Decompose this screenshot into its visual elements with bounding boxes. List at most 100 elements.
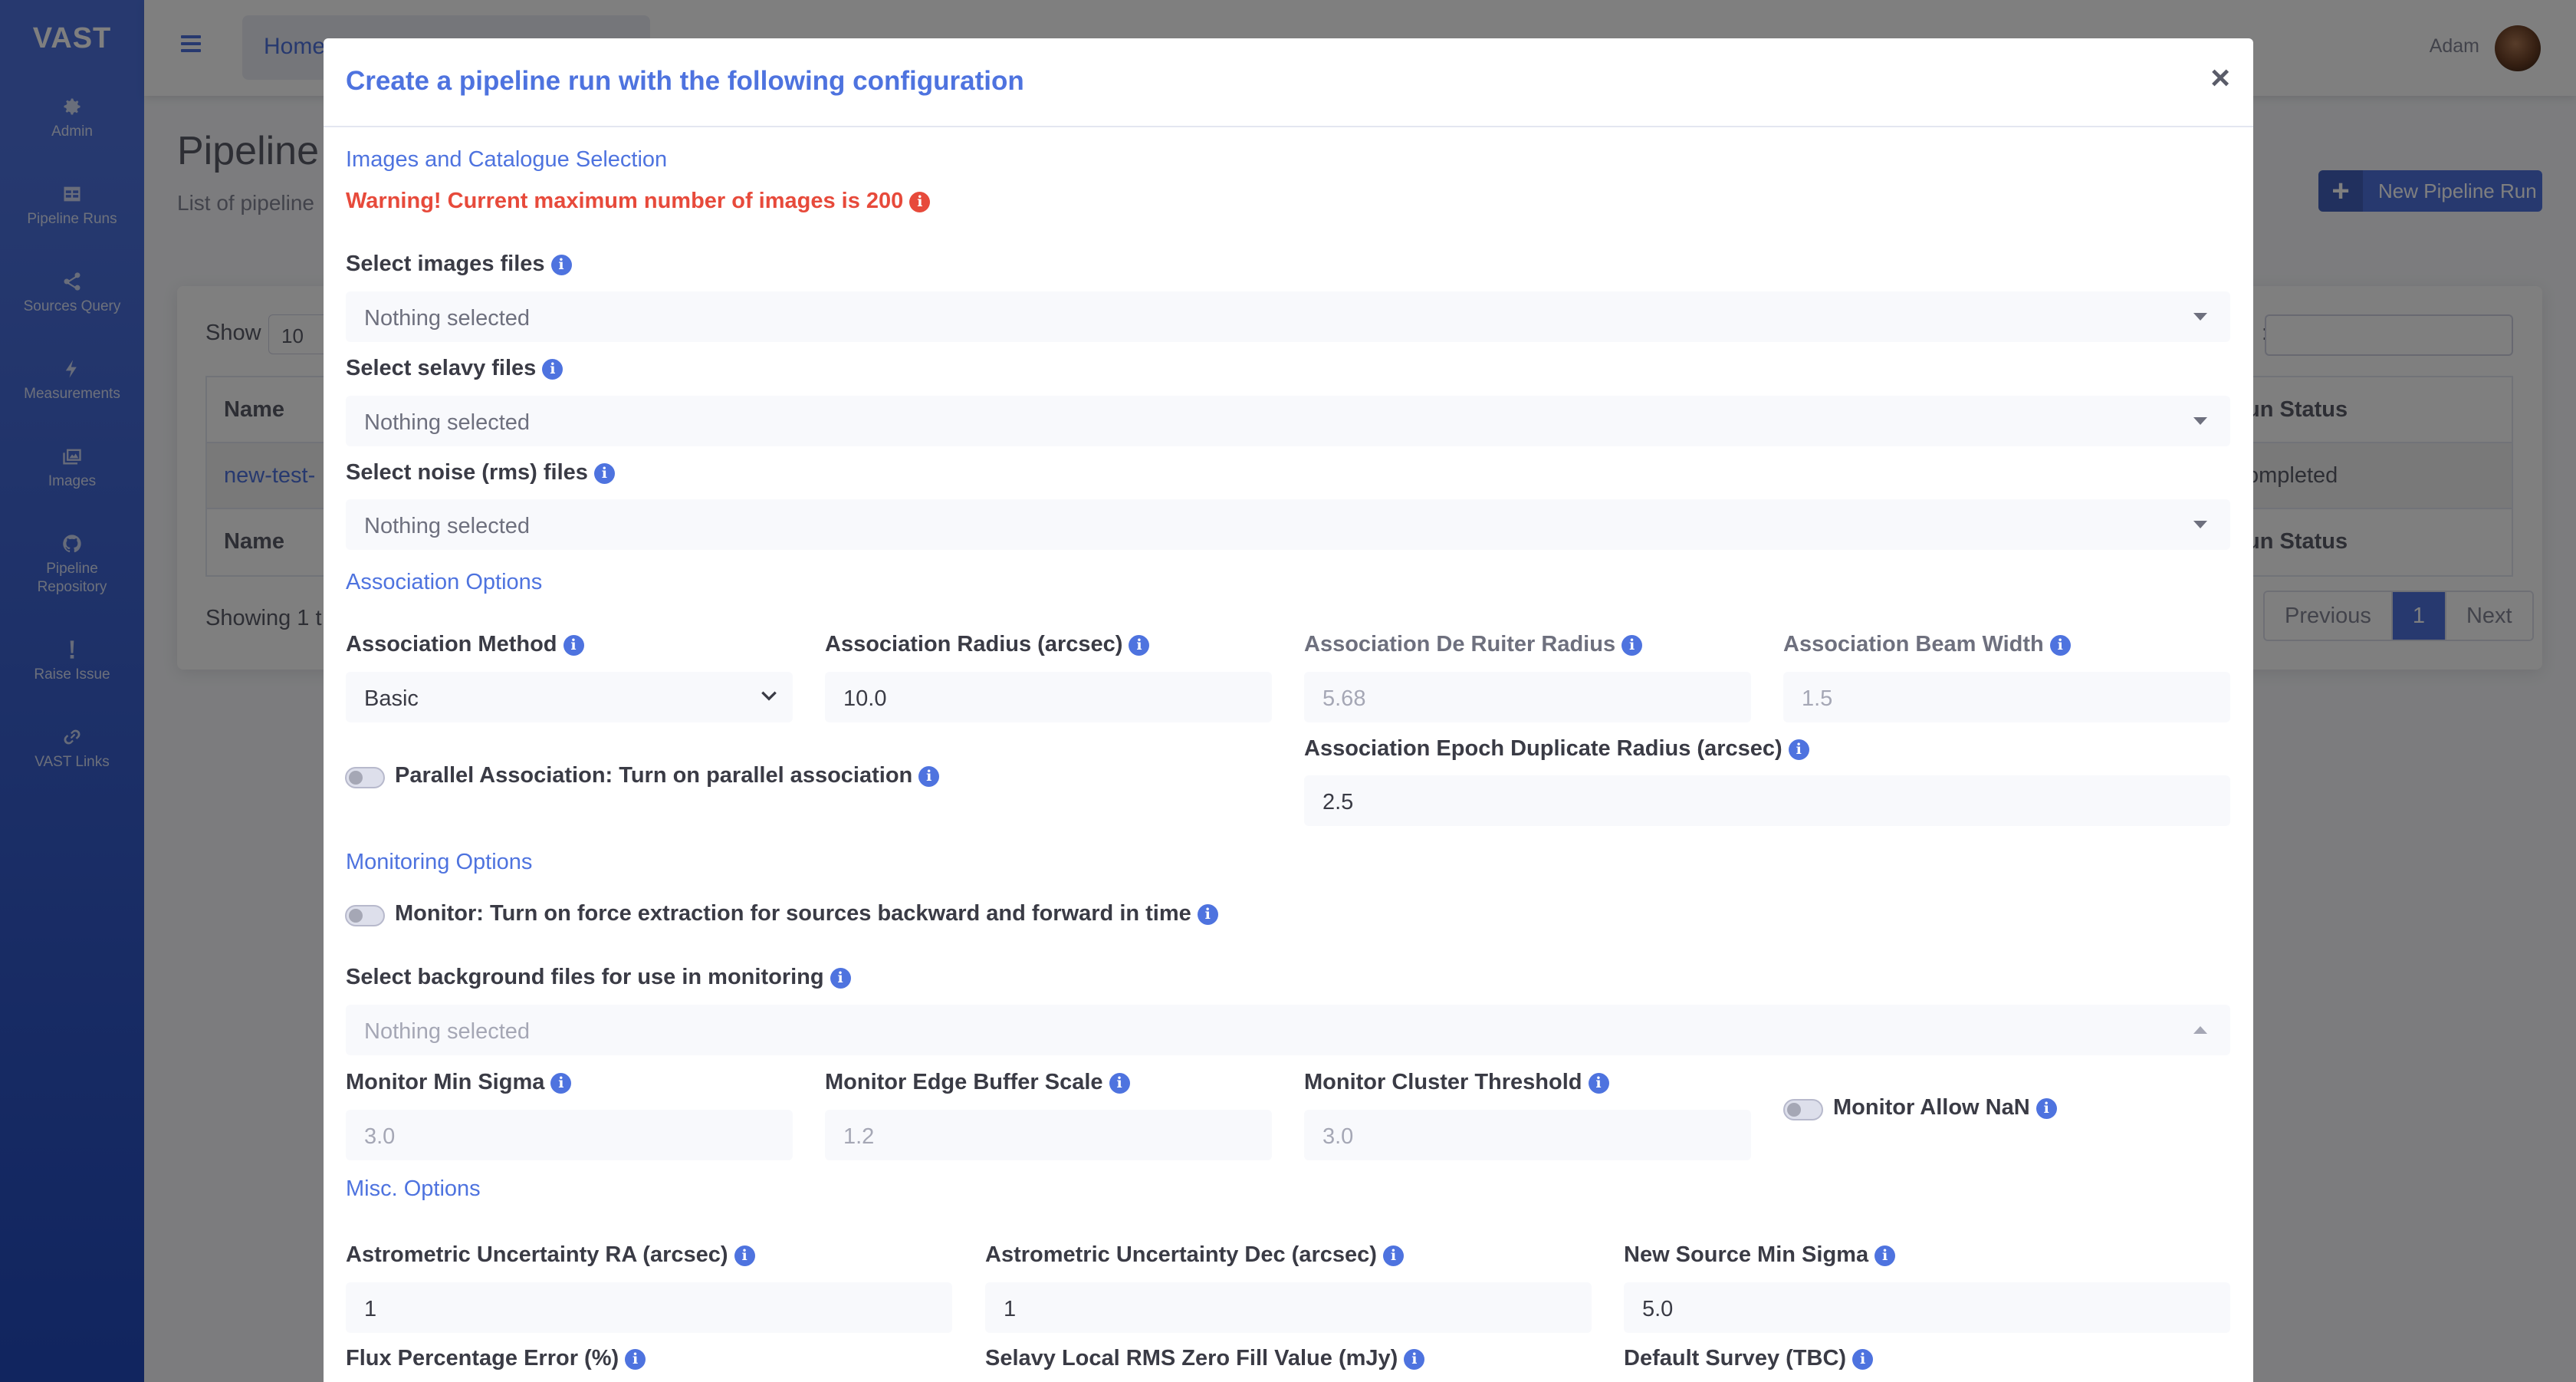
create-run-modal: Create a pipeline run with the following… — [324, 38, 2253, 1382]
epoch-duplicate-label: Association Epoch Duplicate Radius (arcs… — [1304, 736, 1809, 762]
misc-section-heading: Misc. Options — [346, 1176, 481, 1201]
new-source-min-sigma-input[interactable]: 5.0 — [1624, 1282, 2230, 1333]
background-files-label-text: Select background files for use in monit… — [346, 965, 824, 989]
info-icon[interactable]: i — [1109, 1073, 1130, 1094]
assoc-deruiter-input[interactable]: 5.68 — [1304, 672, 1751, 722]
image-files-label: Select images files i — [346, 252, 572, 277]
assoc-method-value: Basic — [364, 686, 419, 711]
new-source-min-sigma-label: New Source Min Sigma i — [1624, 1242, 1896, 1268]
new-source-min-sigma-label-text: New Source Min Sigma — [1624, 1242, 1869, 1267]
background-files-select[interactable]: Nothing selected — [346, 1005, 2230, 1055]
astrometric-ra-label-text: Astrometric Uncertainty RA (arcsec) — [346, 1242, 728, 1267]
info-icon[interactable]: i — [918, 766, 940, 787]
assoc-method-label-text: Association Method — [346, 632, 557, 656]
info-icon[interactable]: i — [550, 255, 572, 275]
info-icon[interactable]: i — [1588, 1073, 1609, 1094]
dropdown-caret-icon — [2193, 417, 2207, 425]
dropdown-caret-icon — [2193, 1026, 2207, 1034]
background-files-select-value: Nothing selected — [364, 1019, 531, 1044]
selavy-files-label: Select selavy files i — [346, 356, 564, 381]
selavy-files-select[interactable]: Nothing selected — [346, 396, 2230, 446]
monitor-allow-nan-toggle[interactable] — [1783, 1099, 1823, 1120]
assoc-radius-label-text: Association Radius (arcsec) — [825, 632, 1123, 656]
selavy-rms-fill-label-text: Selavy Local RMS Zero Fill Value (mJy) — [985, 1346, 1398, 1370]
info-icon[interactable]: i — [1197, 904, 1218, 925]
noise-files-label-text: Select noise (rms) files — [346, 460, 588, 485]
assoc-beam-width-input[interactable]: 1.5 — [1783, 672, 2230, 722]
flux-percentage-label-text: Flux Percentage Error (%) — [346, 1346, 619, 1370]
assoc-beam-width-label-text: Association Beam Width — [1783, 632, 2044, 656]
monitor-cluster-threshold-label-text: Monitor Cluster Threshold — [1304, 1070, 1582, 1094]
noise-files-label: Select noise (rms) files i — [346, 460, 615, 485]
assoc-radius-input[interactable]: 10.0 — [825, 672, 1272, 722]
monitor-allow-nan-label-text: Monitor Allow NaN — [1833, 1095, 2030, 1120]
image-files-select[interactable]: Nothing selected — [346, 291, 2230, 342]
images-section-heading: Images and Catalogue Selection — [346, 147, 668, 172]
selavy-files-label-text: Select selavy files — [346, 356, 537, 380]
assoc-deruiter-label-text: Association De Ruiter Radius — [1304, 632, 1616, 656]
max-images-warning: Warning! Current maximum number of image… — [346, 189, 931, 214]
default-survey-label-text: Default Survey (TBC) — [1624, 1346, 1847, 1370]
image-files-select-value: Nothing selected — [364, 306, 531, 331]
monitor-edge-buffer-label-text: Monitor Edge Buffer Scale — [825, 1070, 1103, 1094]
info-icon[interactable]: i — [830, 968, 851, 989]
monitor-min-sigma-label: Monitor Min Sigma i — [346, 1070, 572, 1095]
monitor-min-sigma-input[interactable]: 3.0 — [346, 1110, 793, 1160]
modal-header: Create a pipeline run with the following… — [324, 38, 2253, 127]
astrometric-dec-input[interactable]: 1 — [985, 1282, 1592, 1333]
monitor-label-text: Monitor: Turn on force extraction for so… — [395, 901, 1191, 926]
info-icon[interactable]: i — [550, 1073, 572, 1094]
astrometric-dec-label-text: Astrometric Uncertainty Dec (arcsec) — [985, 1242, 1377, 1267]
info-icon[interactable]: i — [542, 359, 564, 380]
info-icon[interactable]: i — [625, 1349, 646, 1370]
noise-files-select[interactable]: Nothing selected — [346, 499, 2230, 550]
warning-info-icon[interactable]: i — [909, 192, 931, 212]
flux-percentage-label: Flux Percentage Error (%) i — [346, 1346, 646, 1371]
astrometric-ra-input[interactable]: 1 — [346, 1282, 952, 1333]
monitor-toggle[interactable] — [345, 905, 385, 926]
info-icon[interactable]: i — [1404, 1349, 1425, 1370]
monitor-min-sigma-label-text: Monitor Min Sigma — [346, 1070, 545, 1094]
close-button[interactable]: × — [2210, 61, 2230, 95]
info-icon[interactable]: i — [563, 635, 584, 656]
assoc-method-select[interactable]: Basic — [346, 672, 793, 722]
image-files-label-text: Select images files — [346, 252, 545, 276]
info-icon[interactable]: i — [1875, 1245, 1896, 1266]
info-icon[interactable]: i — [593, 463, 615, 484]
info-icon[interactable]: i — [1788, 739, 1809, 760]
assoc-deruiter-label: Association De Ruiter Radius i — [1304, 632, 1643, 657]
monitor-cluster-threshold-input[interactable]: 3.0 — [1304, 1110, 1751, 1160]
dropdown-caret-icon — [2193, 313, 2207, 321]
background-files-label: Select background files for use in monit… — [346, 965, 851, 990]
astrometric-dec-label: Astrometric Uncertainty Dec (arcsec) i — [985, 1242, 1404, 1268]
epoch-duplicate-label-text: Association Epoch Duplicate Radius (arcs… — [1304, 736, 1783, 761]
selavy-files-select-value: Nothing selected — [364, 410, 531, 435]
chevron-down-icon — [759, 686, 779, 706]
info-icon[interactable]: i — [1622, 635, 1643, 656]
assoc-method-label: Association Method i — [346, 632, 584, 657]
info-icon[interactable]: i — [1852, 1349, 1874, 1370]
dropdown-caret-icon — [2193, 521, 2207, 528]
epoch-duplicate-input[interactable]: 2.5 — [1304, 775, 2230, 826]
default-survey-label: Default Survey (TBC) i — [1624, 1346, 1874, 1371]
monitor-label: Monitor: Turn on force extraction for so… — [395, 901, 1218, 926]
monitor-edge-buffer-label: Monitor Edge Buffer Scale i — [825, 1070, 1130, 1095]
monitor-cluster-threshold-label: Monitor Cluster Threshold i — [1304, 1070, 1609, 1095]
info-icon[interactable]: i — [1129, 635, 1150, 656]
noise-files-select-value: Nothing selected — [364, 514, 531, 538]
info-icon[interactable]: i — [2036, 1098, 2057, 1119]
monitoring-section-heading: Monitoring Options — [346, 850, 533, 874]
monitor-allow-nan-label: Monitor Allow NaN i — [1833, 1095, 2057, 1120]
info-icon[interactable]: i — [1382, 1245, 1404, 1266]
monitor-edge-buffer-input[interactable]: 1.2 — [825, 1110, 1272, 1160]
parallel-association-toggle[interactable] — [345, 767, 385, 788]
info-icon[interactable]: i — [734, 1245, 755, 1266]
warning-text: Warning! Current maximum number of image… — [346, 189, 904, 213]
astrometric-ra-label: Astrometric Uncertainty RA (arcsec) i — [346, 1242, 755, 1268]
association-section-heading: Association Options — [346, 570, 543, 594]
assoc-beam-width-label: Association Beam Width i — [1783, 632, 2071, 657]
parallel-association-label-text: Parallel Association: Turn on parallel a… — [395, 763, 913, 788]
selavy-rms-fill-label: Selavy Local RMS Zero Fill Value (mJy) i — [985, 1346, 1425, 1371]
modal-title: Create a pipeline run with the following… — [346, 66, 1024, 96]
info-icon[interactable]: i — [2049, 635, 2071, 656]
